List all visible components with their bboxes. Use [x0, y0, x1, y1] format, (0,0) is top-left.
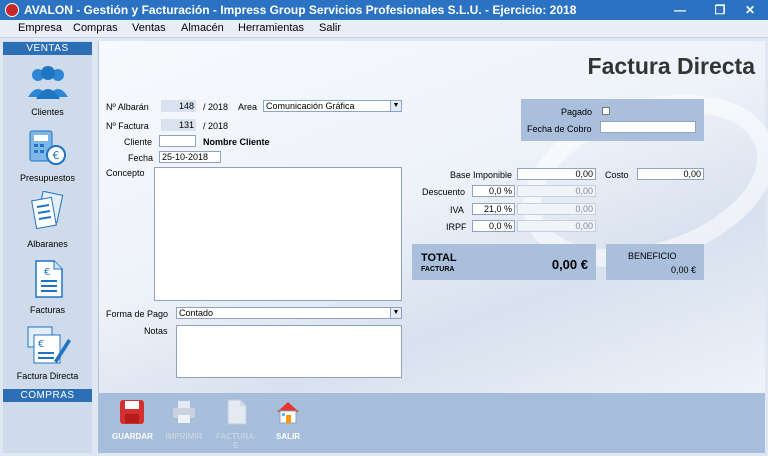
home-exit-icon — [277, 402, 299, 424]
app-logo-icon — [5, 3, 19, 17]
irpf-label: IRPF — [446, 222, 467, 232]
sidebar-item-albaranes[interactable]: Albaranes — [3, 191, 92, 251]
e-invoice-icon — [227, 399, 247, 425]
menu-bar: Empresa Compras Ventas Almacén Herramien… — [0, 20, 768, 38]
total-sublabel: FACTURA — [421, 266, 455, 273]
forma-pago-label: Forma de Pago — [106, 309, 169, 319]
menu-empresa[interactable]: Empresa — [18, 22, 62, 34]
floppy-disk-icon — [120, 400, 144, 424]
menu-almacen[interactable]: Almacén — [181, 22, 224, 34]
menu-compras[interactable]: Compras — [73, 22, 118, 34]
albaran-number: 148 — [161, 100, 196, 112]
page-title: Factura Directa — [587, 53, 755, 79]
total-panel: TOTAL FACTURA 0,00 € — [412, 244, 596, 280]
factura-year: / 2018 — [203, 121, 229, 131]
menu-herramientas[interactable]: Herramientas — [238, 22, 304, 34]
albaran-year: / 2018 — [203, 102, 229, 112]
menu-ventas[interactable]: Ventas — [132, 22, 166, 34]
notas-textarea[interactable] — [176, 325, 402, 378]
imprimir-button[interactable]: IMPRIMIR — [164, 398, 204, 441]
iva-pct-input[interactable]: 21,0 % — [472, 203, 515, 215]
clients-icon — [28, 66, 68, 99]
sidebar-item-facturas[interactable]: € Facturas — [3, 257, 92, 317]
total-value: 0,00 € — [551, 257, 588, 272]
beneficio-value: 0,00 € — [670, 265, 696, 275]
forma-pago-value: Contado — [179, 308, 214, 318]
printer-icon — [173, 401, 195, 423]
iva-label: IVA — [450, 205, 464, 215]
irpf-pct-input[interactable]: 0,0 % — [472, 220, 515, 232]
cliente-input[interactable] — [159, 135, 196, 147]
concepto-label: Concepto — [106, 168, 145, 178]
factura-label: Nº Factura — [106, 121, 149, 131]
sidebar: VENTAS Clientes € Presupuestos Albaranes… — [3, 41, 92, 453]
imprimir-label: IMPRIMIR — [165, 432, 203, 441]
notas-label: Notas — [144, 326, 168, 336]
svg-text:€: € — [53, 149, 60, 162]
title-bar: AVALON - Gestión y Facturación - Impress… — [0, 0, 768, 20]
sidebar-item-label: Factura Directa — [16, 371, 79, 381]
fecha-cobro-input[interactable] — [600, 121, 696, 133]
factura-e-button[interactable]: FACTURA-E — [216, 398, 257, 450]
sidebar-item-label: Facturas — [29, 305, 65, 315]
beneficio-panel: BENEFICIO 0,00 € — [606, 244, 704, 280]
guardar-label: GUARDAR — [112, 432, 153, 441]
main-panel: Factura Directa Nº Albarán 148 / 2018 Ar… — [98, 41, 768, 393]
chevron-down-icon[interactable]: ▼ — [390, 101, 401, 111]
direct-invoice-icon: € — [27, 326, 71, 364]
fecha-cobro-label: Fecha de Cobro — [527, 124, 592, 134]
sidebar-item-factura-directa[interactable]: € Factura Directa — [3, 323, 92, 385]
concepto-textarea[interactable] — [154, 167, 402, 301]
factura-number: 131 — [161, 119, 196, 131]
albaran-label: Nº Albarán — [106, 102, 149, 112]
sidebar-header-compras[interactable]: COMPRAS — [3, 389, 92, 402]
descuento-value: 0,00 — [517, 185, 596, 197]
sidebar-header-ventas[interactable]: VENTAS — [3, 42, 92, 55]
budget-icon: € — [29, 130, 66, 165]
menu-salir[interactable]: Salir — [319, 22, 341, 34]
descuento-label: Descuento — [422, 187, 466, 197]
costo-input[interactable]: 0,00 — [637, 168, 704, 180]
sidebar-item-label: Presupuestos — [19, 173, 76, 183]
sidebar-item-clientes[interactable]: Clientes — [3, 61, 92, 121]
invoices-icon: € — [35, 260, 63, 298]
area-value: Comunicación Gráfica — [266, 101, 355, 111]
delivery-notes-icon — [31, 191, 64, 230]
forma-pago-select[interactable]: Contado ▼ — [176, 307, 402, 319]
salir-label: SALIR — [276, 432, 300, 441]
fecha-input[interactable]: 25-10-2018 — [159, 151, 221, 163]
payment-panel: Pagado Fecha de Cobro — [521, 99, 704, 141]
area-label: Area — [238, 102, 258, 112]
salir-button[interactable]: SALIR — [268, 398, 308, 441]
base-input[interactable]: 0,00 — [517, 168, 596, 180]
close-button[interactable]: ✕ — [732, 0, 768, 20]
irpf-value: 0,00 — [517, 220, 596, 232]
cliente-name: Nombre Cliente — [203, 137, 270, 147]
svg-text:€: € — [38, 339, 44, 350]
costo-label: Costo — [605, 170, 629, 180]
svg-text:€: € — [44, 267, 50, 278]
area-select[interactable]: Comunicación Gráfica ▼ — [263, 100, 402, 112]
sidebar-item-presupuestos[interactable]: € Presupuestos — [3, 127, 92, 187]
chevron-down-icon[interactable]: ▼ — [390, 308, 401, 318]
sidebar-item-label: Clientes — [31, 107, 64, 117]
descuento-pct-input[interactable]: 0,0 % — [472, 185, 515, 197]
app-window: AVALON - Gestión y Facturación - Impress… — [0, 0, 768, 456]
sidebar-item-label: Albaranes — [27, 239, 68, 249]
factura-e-label: FACTURA-E — [216, 432, 257, 450]
pagado-checkbox[interactable] — [602, 107, 610, 115]
total-label: TOTAL — [421, 252, 457, 264]
guardar-button[interactable]: GUARDAR — [112, 398, 153, 441]
fecha-label: Fecha — [128, 153, 154, 163]
cliente-label: Cliente — [124, 137, 153, 147]
bottom-toolbar: GUARDAR IMPRIMIR FACTURA-E SALIR — [98, 393, 765, 453]
window-title: AVALON - Gestión y Facturación - Impress… — [24, 3, 577, 17]
beneficio-label: BENEFICIO — [628, 251, 677, 261]
pagado-label: Pagado — [561, 107, 593, 117]
base-label: Base Imponible — [450, 170, 513, 180]
minimize-button[interactable]: — — [662, 0, 698, 20]
iva-value: 0,00 — [517, 203, 596, 215]
